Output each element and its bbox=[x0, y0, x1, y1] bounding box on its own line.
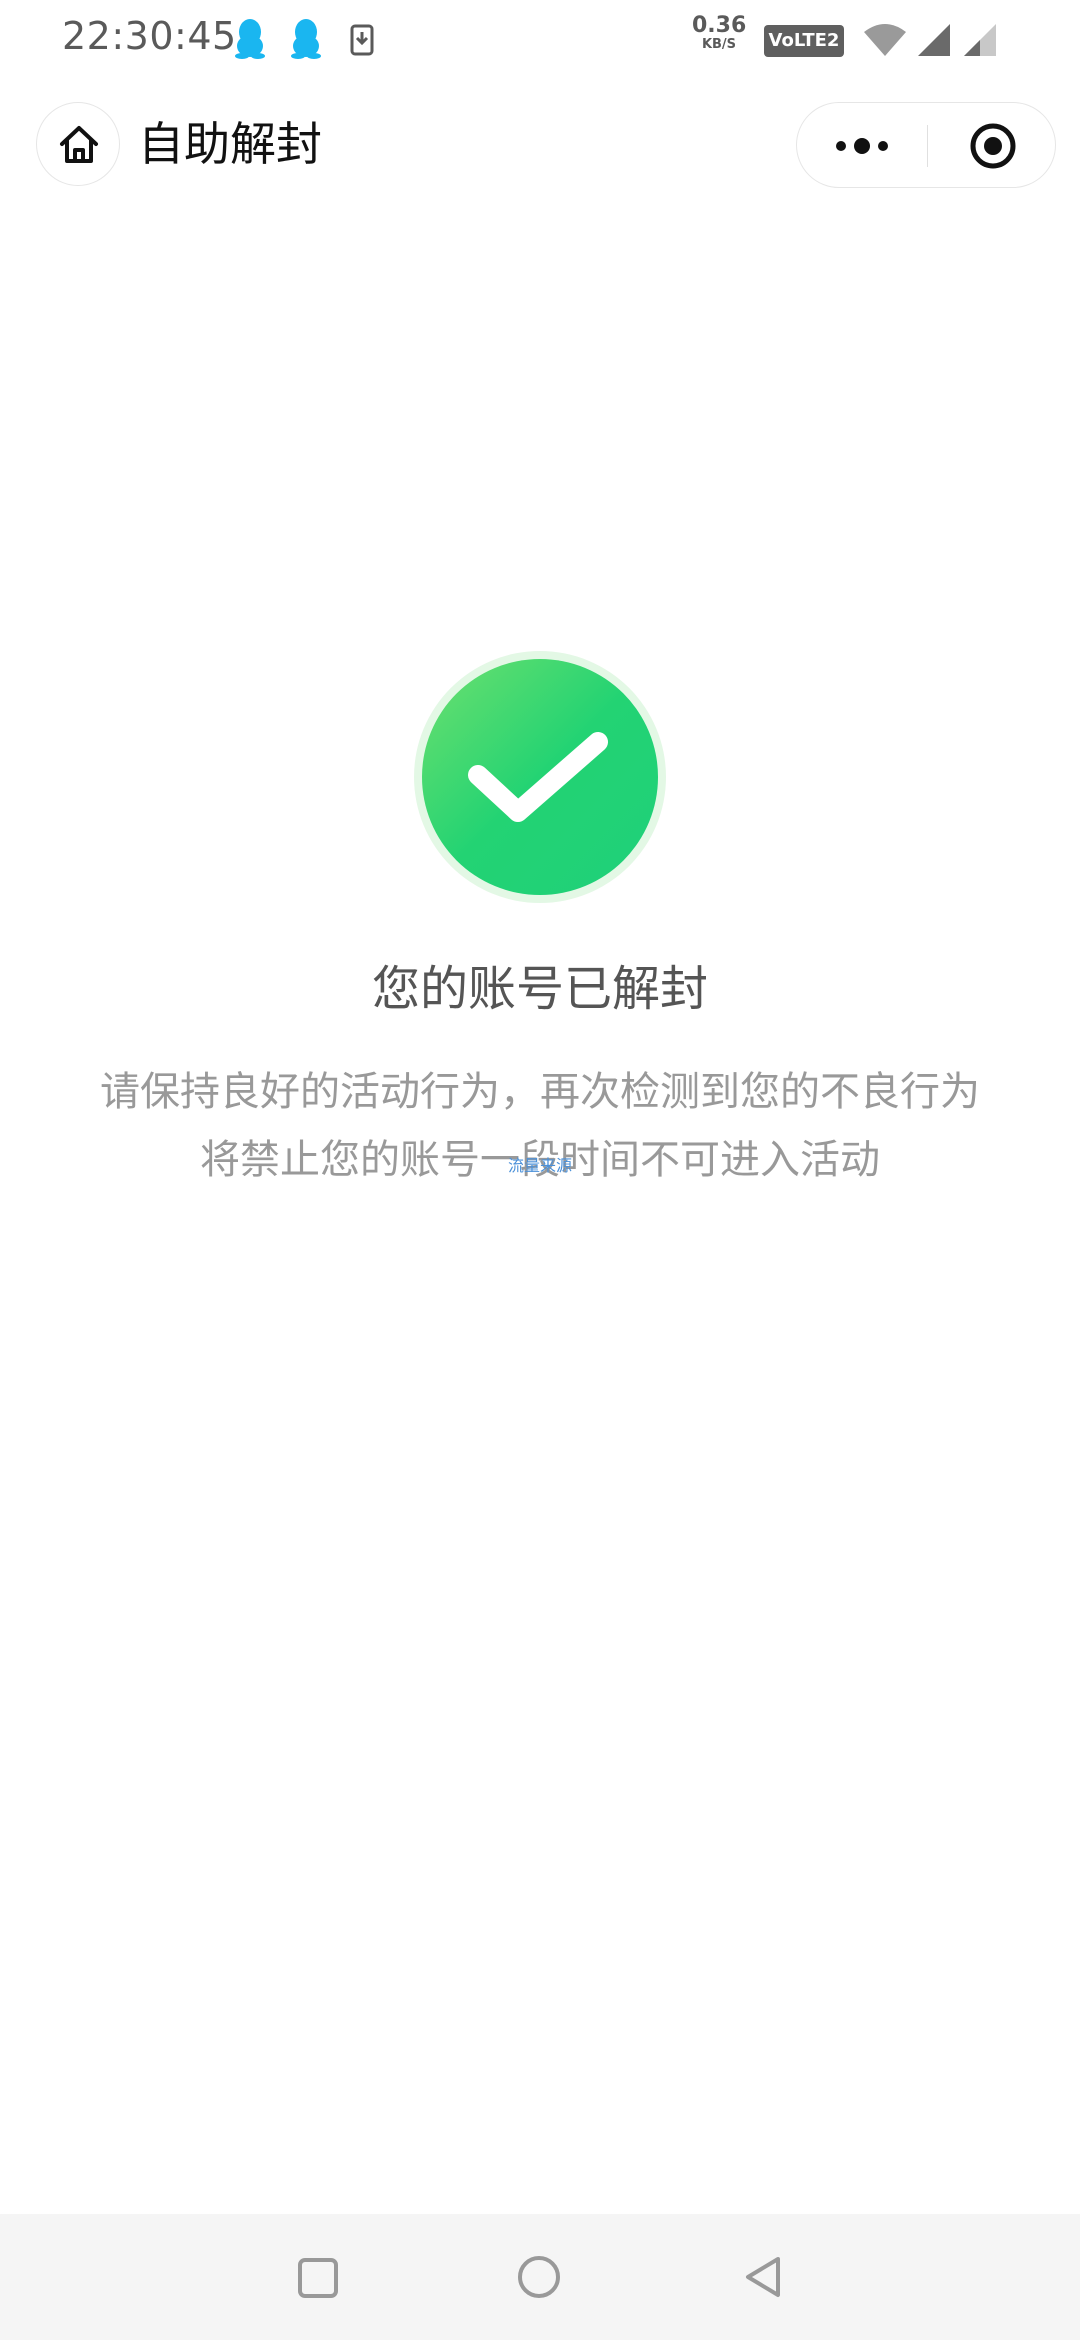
home-button[interactable] bbox=[36, 102, 120, 186]
title-bar: 自助解封 bbox=[0, 100, 1080, 190]
wifi-icon bbox=[864, 24, 906, 56]
home-circle-icon[interactable] bbox=[516, 2254, 562, 2300]
download-icon bbox=[350, 24, 374, 56]
recent-apps-icon[interactable] bbox=[296, 2256, 340, 2300]
page-title: 自助解封 bbox=[138, 117, 322, 171]
back-triangle-icon[interactable] bbox=[740, 2254, 786, 2300]
more-dots-icon bbox=[836, 138, 888, 154]
overlay-text: 流量来源 bbox=[507, 1156, 572, 1175]
signal-icon bbox=[964, 24, 996, 56]
qq-icon bbox=[235, 19, 265, 59]
qq-icon bbox=[291, 19, 321, 59]
net-speed: 0.36 KB/S bbox=[692, 14, 746, 52]
signal-icon bbox=[918, 24, 950, 56]
volte-badge: VoLTE2 bbox=[764, 25, 844, 57]
net-speed-unit: KB/S bbox=[701, 37, 737, 52]
home-icon bbox=[60, 126, 98, 163]
net-speed-value: 0.36 bbox=[692, 13, 747, 38]
capsule-menu bbox=[796, 102, 1056, 188]
screen: 22:30:45 0.36 KB/S VoLTE2 自助解封 您的账号已解封 请… bbox=[0, 0, 1080, 2340]
success-check-icon bbox=[414, 651, 666, 903]
result-desc-line-1: 请保持良好的活动行为，再次检测到您的不良行为 bbox=[100, 1069, 980, 1115]
nav-bar bbox=[0, 2214, 1080, 2340]
status-time: 22:30:45 bbox=[62, 14, 237, 58]
target-close-icon bbox=[970, 123, 1016, 169]
close-button[interactable] bbox=[928, 103, 1055, 187]
status-bar: 22:30:45 0.36 KB/S VoLTE2 bbox=[0, 0, 1080, 80]
result-title: 您的账号已解封 bbox=[371, 961, 708, 1017]
more-button[interactable] bbox=[797, 103, 927, 187]
